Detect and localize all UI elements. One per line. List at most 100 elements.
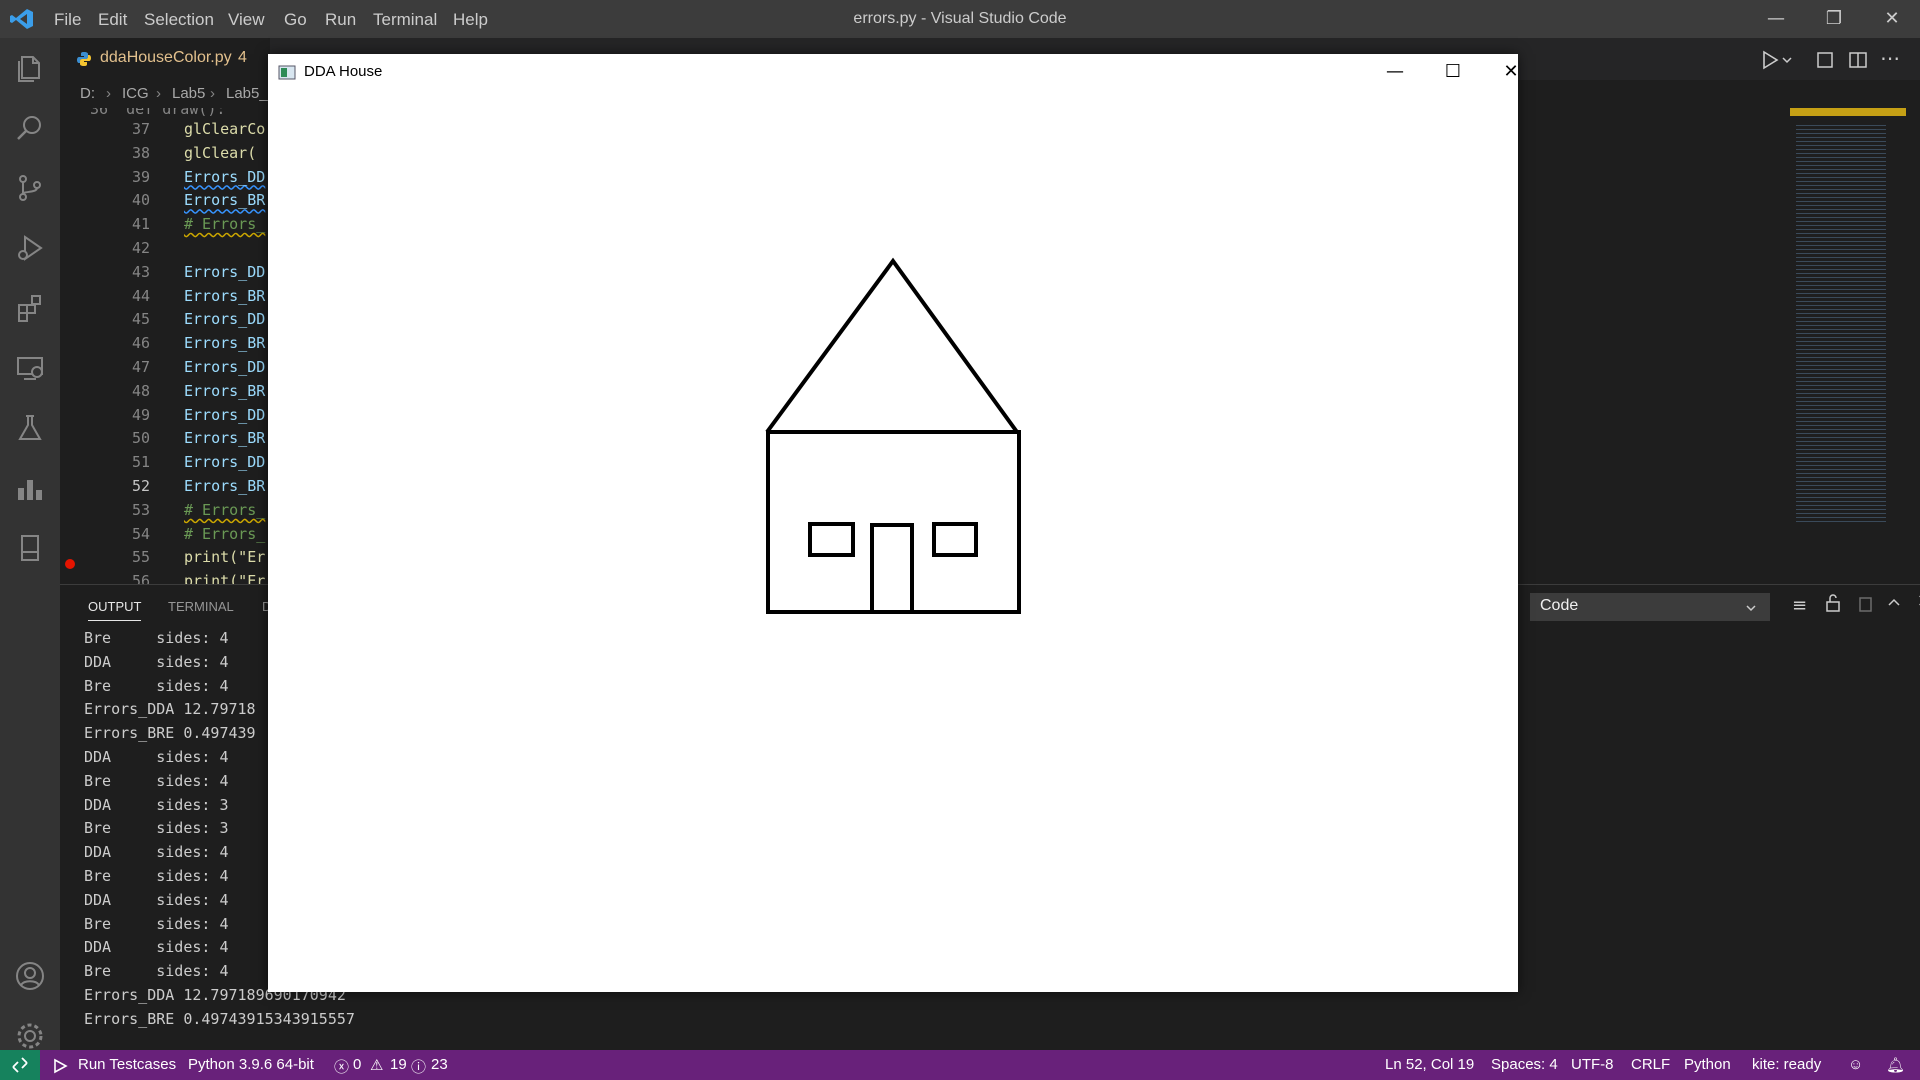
code-line[interactable]: print("Er [184, 548, 265, 566]
code-line[interactable]: Errors_DD [184, 310, 265, 328]
encoding[interactable]: UTF-8 [1571, 1056, 1614, 1073]
breadcrumb-lab5[interactable]: Lab5 [172, 85, 205, 102]
menu-edit[interactable]: Edit [98, 10, 127, 30]
remote-indicator[interactable] [0, 1050, 40, 1080]
output-line: DDA sides: 4 [84, 890, 229, 909]
extensions-icon[interactable] [14, 292, 46, 324]
menu-run[interactable]: Run [325, 10, 356, 30]
code-line[interactable]: Errors_BR [184, 191, 265, 209]
breadcrumb-drive[interactable]: D: [80, 85, 95, 102]
code-line[interactable]: Errors_DD [184, 263, 265, 281]
code-line[interactable]: Errors_DD [184, 168, 265, 186]
source-control-icon[interactable] [14, 172, 46, 204]
info-count[interactable]: 23 [431, 1056, 448, 1073]
popup-title-bar[interactable]: DDA House — ☐ ✕ [268, 54, 1519, 90]
clear-output-icon[interactable]: ≡ [1792, 595, 1807, 616]
vscode-logo-icon [10, 8, 34, 30]
code-line[interactable]: glClear( [184, 144, 256, 162]
status-bar: Run Testcases Python 3.9.6 64-bit ⓧ 0 ⚠ … [0, 1050, 1920, 1080]
run-file-icon[interactable] [1760, 50, 1780, 70]
toggle-panel-icon[interactable] [1815, 50, 1835, 70]
python-interpreter[interactable]: Python 3.9.6 64-bit [188, 1056, 314, 1073]
explorer-icon[interactable] [14, 52, 46, 84]
tab-label: ddaHouseColor.py [100, 49, 232, 66]
lock-icon[interactable] [1824, 593, 1842, 617]
minimap[interactable] [1790, 108, 1910, 588]
remote-icon [12, 1057, 28, 1073]
line-endings[interactable]: CRLF [1631, 1056, 1670, 1073]
output-line: Bre sides: 4 [84, 771, 229, 790]
code-line[interactable]: Errors_BR [184, 334, 265, 352]
code-line[interactable]: # Errors_ [184, 501, 265, 519]
remote-explorer-icon[interactable] [14, 352, 46, 384]
output-line: Bre sides: 3 [84, 819, 229, 838]
error-count[interactable]: 0 [353, 1056, 361, 1073]
feedback-icon[interactable]: ☺ [1848, 1056, 1863, 1073]
indentation[interactable]: Spaces: 4 [1491, 1056, 1558, 1073]
popup-maximize-button[interactable]: ☐ [1428, 57, 1478, 87]
house-roof [765, 257, 1019, 434]
menu-selection[interactable]: Selection [144, 10, 214, 30]
code-line[interactable]: # Errors_ [184, 215, 265, 233]
close-panel-icon[interactable]: ✕ [1892, 591, 1920, 612]
line-number: 45 [131, 310, 150, 329]
close-button[interactable]: ✕ [1872, 4, 1912, 34]
code-line[interactable]: Errors_BR [184, 429, 265, 447]
menu-view[interactable]: View [228, 10, 265, 30]
dda-house-window[interactable]: DDA House — ☐ ✕ [268, 54, 1519, 992]
tab-terminal[interactable]: TERMINAL [168, 599, 234, 614]
testing-icon[interactable] [14, 412, 46, 444]
popup-title: DDA House [304, 63, 383, 80]
code-line[interactable]: Errors_BR [184, 287, 265, 305]
line-number: 48 [131, 381, 150, 400]
menu-go[interactable]: Go [284, 10, 307, 30]
code-line[interactable]: Errors_DD [184, 453, 265, 471]
minimize-button[interactable]: — [1756, 4, 1796, 34]
menu-file[interactable]: File [54, 10, 81, 30]
chart-icon[interactable] [14, 472, 46, 504]
tab-ddahousecolor[interactable]: ddaHouseColor.py 4 [60, 38, 270, 80]
kite-status[interactable]: kite: ready [1752, 1056, 1821, 1073]
search-icon[interactable] [14, 112, 46, 144]
code-line[interactable]: Errors_DD [184, 406, 265, 424]
menu-terminal[interactable]: Terminal [373, 10, 437, 30]
output-channel-select[interactable]: Code [1530, 593, 1770, 621]
output-line: Bre sides: 4 [84, 629, 229, 647]
notifications-icon[interactable]: 🔔︎ [1886, 1056, 1905, 1074]
cursor-position[interactable]: Ln 52, Col 19 [1385, 1056, 1474, 1073]
chevron-down-icon [1746, 605, 1756, 612]
line-number: 37 [131, 120, 150, 138]
run-debug-icon[interactable] [14, 232, 46, 264]
language-mode[interactable]: Python [1684, 1056, 1731, 1073]
app-window-icon [278, 65, 296, 80]
code-line[interactable]: Errors_DD [184, 358, 265, 376]
copy-icon[interactable] [1856, 593, 1874, 617]
line-number: 49 [131, 405, 150, 424]
breakpoint-icon[interactable] [65, 559, 75, 569]
code-line[interactable]: Errors_BR [184, 477, 265, 495]
line-number: 40 [131, 191, 150, 210]
notebook-icon[interactable] [14, 532, 46, 564]
menu-help[interactable]: Help [453, 10, 488, 30]
chevron-down-icon[interactable] [1780, 52, 1794, 66]
more-actions-icon[interactable]: ⋯ [1880, 46, 1904, 70]
breadcrumb-icg[interactable]: ICG [122, 85, 149, 102]
output-line: Bre sides: 4 [84, 867, 229, 885]
code-line[interactable]: Errors_BR [184, 382, 265, 400]
code-line[interactable]: print("Er [184, 572, 265, 584]
output-line: DDA sides: 4 [84, 652, 229, 671]
tab-output[interactable]: OUTPUT [88, 599, 142, 621]
line-number: 38 [131, 143, 150, 162]
line-number: 50 [131, 429, 150, 448]
restore-button[interactable]: ❐ [1814, 4, 1854, 34]
warning-count[interactable]: 19 [390, 1056, 407, 1073]
popup-close-button[interactable]: ✕ [1486, 57, 1536, 87]
code-line[interactable]: # Errors_ [184, 525, 265, 543]
split-editor-icon[interactable] [1848, 50, 1868, 70]
code-line[interactable]: glClearCo [184, 120, 265, 138]
account-icon[interactable] [14, 960, 46, 992]
run-testcases-button[interactable]: Run Testcases [78, 1056, 176, 1073]
gear-icon[interactable] [14, 1020, 46, 1052]
house-door [870, 523, 914, 614]
popup-minimize-button[interactable]: — [1370, 57, 1420, 87]
